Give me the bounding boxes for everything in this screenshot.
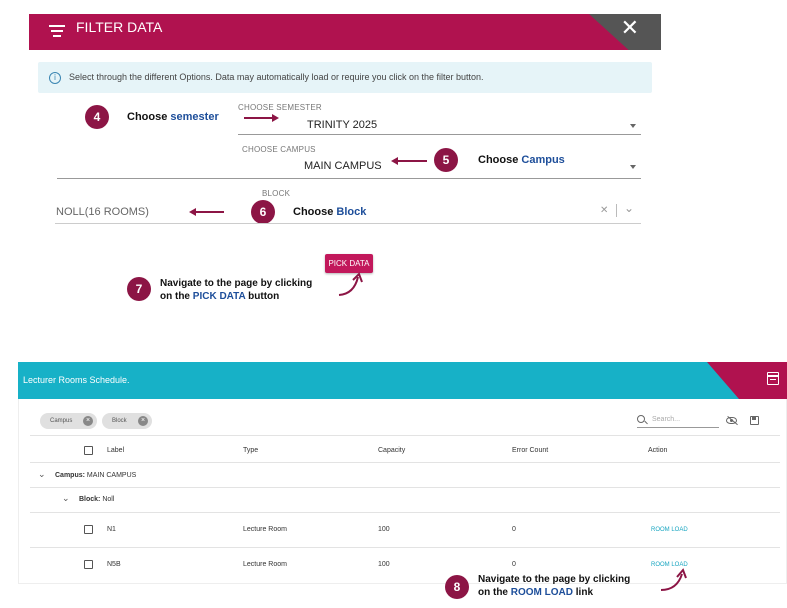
chip-remove-icon[interactable]: ×: [83, 416, 93, 426]
block-select[interactable]: NOLL(16 ROOMS): [56, 206, 149, 218]
semester-select[interactable]: TRINITY 2025: [307, 119, 377, 131]
save-icon[interactable]: [750, 416, 759, 425]
step-8-note: Navigate to the page by clicking on the …: [478, 574, 631, 598]
info-banner: i Select through the different Options. …: [38, 62, 652, 93]
info-icon: i: [49, 72, 61, 84]
divider: [30, 487, 780, 488]
pick-data-button[interactable]: PICK DATA: [325, 254, 373, 273]
column-header-label[interactable]: Label: [107, 447, 124, 454]
column-header-error-count[interactable]: Error Count: [512, 447, 548, 454]
group-block[interactable]: Block: Noll: [79, 496, 114, 503]
row-checkbox[interactable]: [84, 525, 93, 534]
step-6-badge: 6: [251, 200, 275, 224]
chevron-down-icon[interactable]: ⌄: [624, 201, 634, 215]
row-label: N5B: [107, 561, 121, 568]
filter-header: FILTER DATA ✕: [29, 14, 661, 50]
step-5-note: Choose Campus: [478, 154, 565, 166]
filter-title: FILTER DATA: [76, 19, 163, 35]
group-campus[interactable]: Campus: MAIN CAMPUS: [55, 472, 136, 479]
dropdown-caret-icon[interactable]: [630, 165, 636, 169]
step-4-badge: 4: [85, 105, 109, 129]
campus-label: CHOOSE CAMPUS: [242, 145, 316, 154]
semester-label: CHOOSE SEMESTER: [238, 103, 322, 112]
divider: [30, 462, 780, 463]
chip-campus[interactable]: Campus ×: [40, 413, 97, 429]
semester-underline: [238, 134, 641, 135]
separator: [616, 204, 617, 217]
step-4-note: Choose semester: [127, 111, 219, 123]
calendar-button[interactable]: [707, 362, 787, 399]
chip-block[interactable]: Block ×: [102, 413, 152, 429]
clear-icon[interactable]: ✕: [600, 205, 608, 216]
expand-chevron-icon[interactable]: ⌄: [62, 494, 70, 503]
row-capacity: 100: [378, 561, 390, 568]
search-underline: [637, 427, 719, 428]
row-type: Lecture Room: [243, 561, 287, 568]
schedule-header: Lecturer Rooms Schedule.: [18, 362, 787, 399]
menu-icon[interactable]: [49, 25, 65, 39]
block-label: BLOCK: [262, 189, 291, 198]
room-load-link[interactable]: ROOM LOAD: [651, 527, 688, 533]
calendar-icon[interactable]: [767, 372, 779, 385]
divider: [30, 512, 780, 513]
row-capacity: 100: [378, 526, 390, 533]
step-7-note: Navigate to the page by clicking on the …: [160, 278, 313, 302]
step-8-badge: 8: [445, 575, 469, 599]
divider: [30, 547, 780, 548]
step-6-note: Choose Block: [293, 206, 367, 218]
search-input[interactable]: Search...: [652, 416, 680, 423]
column-header-action[interactable]: Action: [648, 447, 667, 454]
close-icon[interactable]: ✕: [621, 17, 639, 39]
select-all-checkbox[interactable]: [84, 446, 93, 455]
step-7-badge: 7: [127, 277, 151, 301]
divider: [30, 435, 780, 436]
row-error-count: 0: [512, 561, 516, 568]
block-underline: [55, 223, 641, 224]
row-type: Lecture Room: [243, 526, 287, 533]
column-header-capacity[interactable]: Capacity: [378, 447, 405, 454]
step-5-badge: 5: [434, 148, 458, 172]
info-text: Select through the different Options. Da…: [69, 72, 484, 82]
campus-select[interactable]: MAIN CAMPUS: [304, 160, 382, 172]
schedule-title: Lecturer Rooms Schedule.: [23, 375, 130, 385]
row-label: N1: [107, 526, 116, 533]
expand-chevron-icon[interactable]: ⌄: [38, 470, 46, 479]
column-header-type[interactable]: Type: [243, 447, 258, 454]
curved-arrow-icon: [660, 568, 687, 591]
curved-arrow-icon: [338, 272, 363, 296]
row-error-count: 0: [512, 526, 516, 533]
campus-underline: [57, 178, 641, 179]
row-checkbox[interactable]: [84, 560, 93, 569]
chip-remove-icon[interactable]: ×: [138, 416, 148, 426]
close-button[interactable]: ✕: [589, 14, 661, 50]
eye-off-icon[interactable]: [726, 417, 737, 424]
search-icon[interactable]: [637, 415, 645, 423]
dropdown-caret-icon[interactable]: [630, 124, 636, 128]
